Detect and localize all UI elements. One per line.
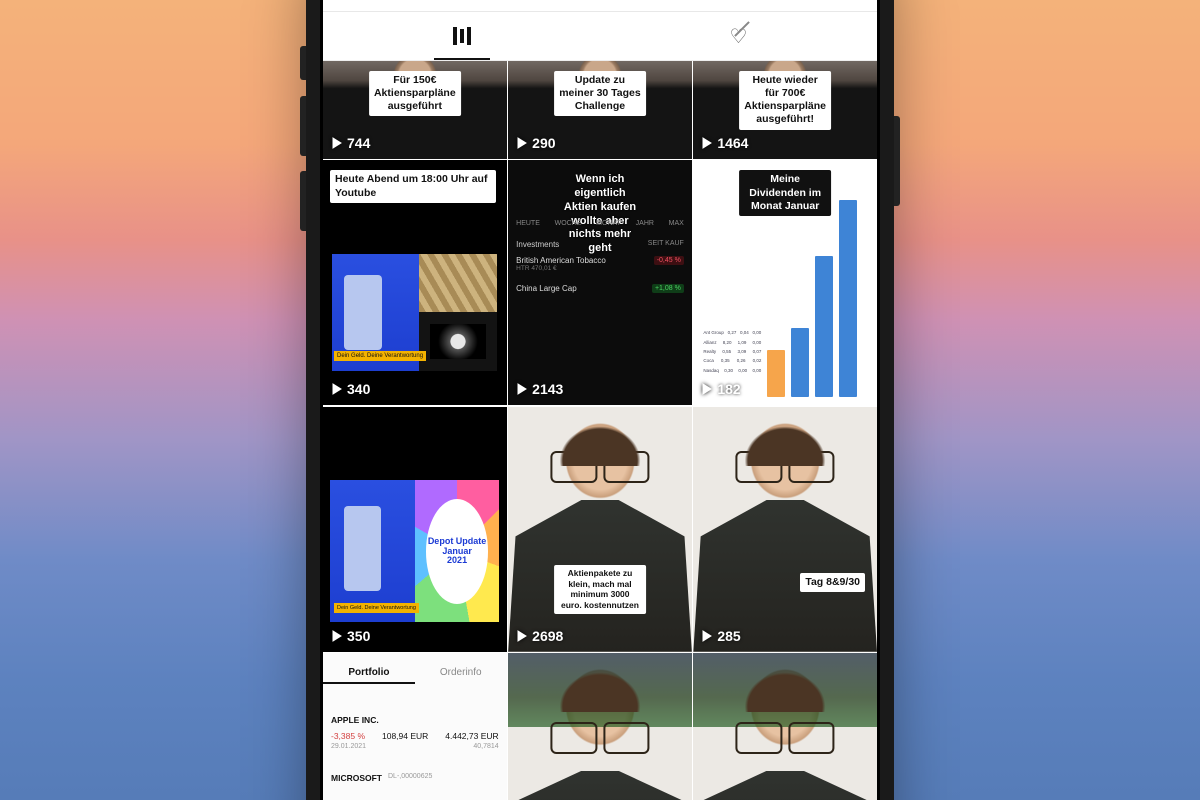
video-thumb[interactable]: Aktienpakete zu klein, mach mal minimum … xyxy=(508,407,692,652)
view-count: 340 xyxy=(331,381,370,397)
heart-off-icon: ♡ xyxy=(730,24,748,49)
dividend-chart: Ant Group0,270,040,00 Allianz8,201,090,0… xyxy=(699,200,871,397)
video-thumb[interactable] xyxy=(693,653,877,800)
video-thumb[interactable]: Depot UpdateJanuar2021 Dein Geld. Deine … xyxy=(323,407,507,652)
mute-switch xyxy=(300,46,306,80)
screen: 19:20 🔔 1 ᯤ 46 xyxy=(323,0,877,800)
view-count: 285 xyxy=(701,628,740,644)
power-button xyxy=(894,116,900,206)
thumb-tag: Dein Geld. Deine Verantwortung xyxy=(334,603,419,613)
video-caption: Heute wieder für 700€ Aktiensparpläne au… xyxy=(739,71,831,130)
invest-menu: HEUTEWOCHEMONATJAHRMAX xyxy=(508,220,692,227)
portfolio-row: 29.01.2021 40,7814 xyxy=(331,743,499,750)
video-thumb[interactable]: Update zu meiner 30 Tages Challenge 290 xyxy=(508,61,692,159)
back-button[interactable] xyxy=(341,0,365,2)
portfolio-row: APPLE INC. xyxy=(331,715,499,725)
invest-row: British American TobaccoHTR 470,01 € -0,… xyxy=(516,256,684,272)
invest-section: Investments xyxy=(516,240,559,249)
video-grid: Für 150€ Aktiensparpläne ausgeführt 744 … xyxy=(323,61,877,800)
video-caption: Aktienpakete zu klein, mach mal minimum … xyxy=(554,565,646,614)
video-thumb[interactable]: Für 150€ Aktiensparpläne ausgeführt 744 xyxy=(323,61,507,159)
video-caption: Wenn ich eigentlich Aktien kaufen wollte… xyxy=(554,170,646,259)
thumb-art: Depot UpdateJanuar2021 xyxy=(330,480,499,622)
dividend-table: Ant Group0,270,040,00 Allianz8,201,090,0… xyxy=(703,328,761,375)
view-count: 2698 xyxy=(516,628,563,644)
view-count: 182 xyxy=(701,381,740,397)
invest-row: China Large Cap +1,08 % xyxy=(516,284,684,293)
portfolio-row: -3,385 % 108,94 EUR 4.442,73 EUR xyxy=(331,731,499,741)
video-thumb[interactable]: Wenn ich eigentlich Aktien kaufen wollte… xyxy=(508,160,692,405)
view-count: 350 xyxy=(331,628,370,644)
video-caption: Update zu meiner 30 Tages Challenge xyxy=(554,71,646,116)
title-bar: Sven Lerch xyxy=(323,0,877,12)
view-count: 744 xyxy=(331,135,370,151)
liked-tab[interactable]: ♡ xyxy=(600,12,877,60)
video-caption: Für 150€ Aktiensparpläne ausgeführt xyxy=(369,71,461,116)
thumb-tag: Dein Geld. Deine Verantwortung xyxy=(334,351,426,361)
video-caption: Heute Abend um 18:00 Uhr auf Youtube xyxy=(330,170,496,202)
profile-tabs: ♡ xyxy=(323,12,877,61)
video-thumb[interactable]: Tag 8&9/30 285 xyxy=(693,407,877,652)
view-count: 2143 xyxy=(516,381,563,397)
video-thumb[interactable]: Meine Dividenden im Monat Januar Ant Gro… xyxy=(693,160,877,405)
video-thumb[interactable] xyxy=(508,653,692,800)
video-thumb[interactable]: Heute wieder für 700€ Aktiensparpläne au… xyxy=(693,61,877,159)
feed-tab[interactable] xyxy=(323,12,600,60)
view-count: 1464 xyxy=(701,135,748,151)
portfolio-row: MICROSOFT DL-,00000625 xyxy=(331,773,499,783)
phone-frame: 19:20 🔔 1 ᯤ 46 xyxy=(306,0,894,800)
portfolio-tabs: PortfolioOrderinfo xyxy=(323,663,507,684)
video-thumb[interactable]: Heute Abend um 18:00 Uhr auf Youtube Dei… xyxy=(323,160,507,405)
video-thumb[interactable]: PortfolioOrderinfo APPLE INC. -3,385 % 1… xyxy=(323,653,507,800)
invest-since: SEIT KAUF xyxy=(648,240,684,247)
volume-up-button xyxy=(300,96,306,156)
feed-icon xyxy=(453,27,471,45)
video-caption: Tag 8&9/30 xyxy=(800,573,865,592)
view-count: 290 xyxy=(516,135,555,151)
volume-down-button xyxy=(300,171,306,231)
